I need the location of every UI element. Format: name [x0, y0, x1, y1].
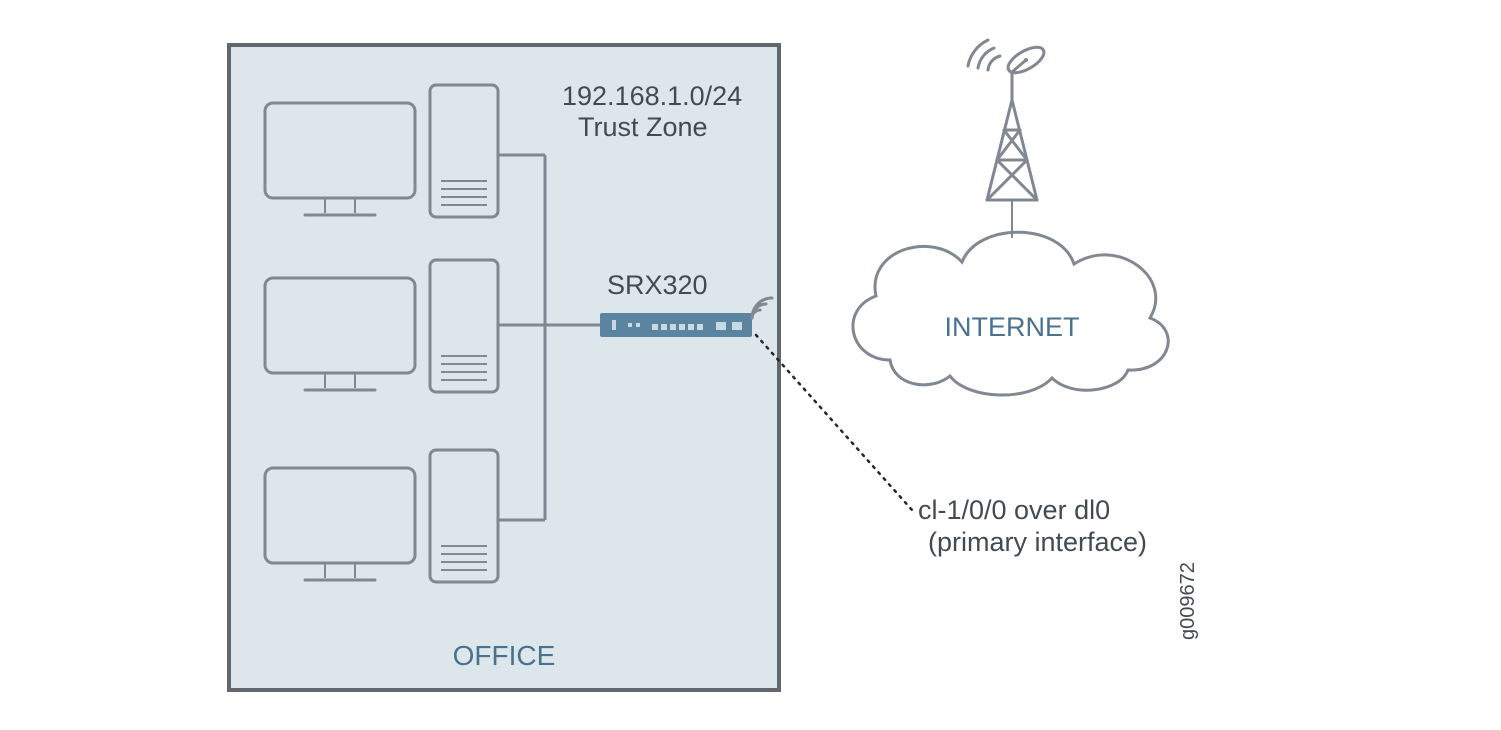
- internet-cloud-icon: INTERNET: [853, 232, 1168, 395]
- internet-label: INTERNET: [945, 312, 1080, 342]
- figure-id: g009672: [1177, 562, 1199, 640]
- cell-tower-icon: [968, 40, 1048, 238]
- srx-label: SRX320: [607, 270, 708, 300]
- subnet-label: 192.168.1.0/24: [562, 81, 742, 111]
- zone-label: Trust Zone: [578, 112, 708, 142]
- interface-label-2: (primary interface): [928, 527, 1147, 557]
- office-title: OFFICE: [453, 640, 556, 671]
- srx-device-icon: [600, 313, 752, 337]
- interface-label-1: cl-1/0/0 over dl0: [918, 495, 1110, 525]
- network-diagram: OFFICE 192.168.1.0/24 Trust Zone: [0, 0, 1501, 730]
